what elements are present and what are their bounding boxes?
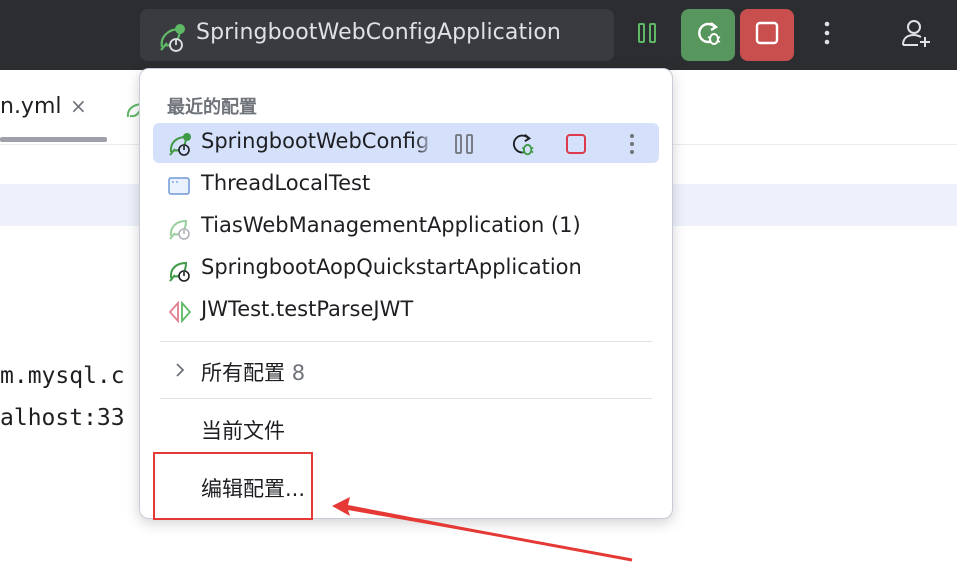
annotation-arrow-icon [332, 497, 633, 562]
